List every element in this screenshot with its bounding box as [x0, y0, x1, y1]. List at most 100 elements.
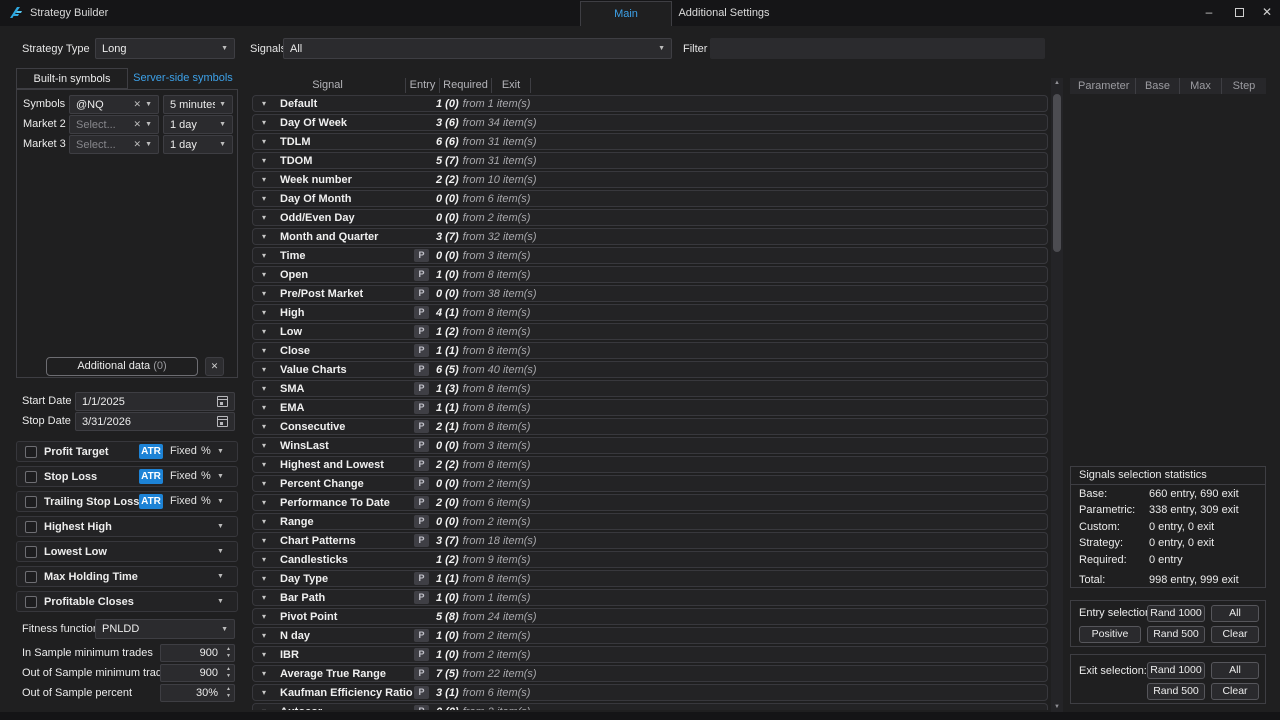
signal-row[interactable]: ▾ Week number P 2 (2)from 10 item(s): [252, 171, 1048, 188]
collapse-icon[interactable]: ▾: [262, 612, 266, 621]
column-signal[interactable]: Signal: [250, 78, 406, 93]
signal-row[interactable]: ▾ Average True Range P 7 (5)from 22 item…: [252, 665, 1048, 682]
scrollbar-thumb[interactable]: [1053, 94, 1061, 252]
signal-row[interactable]: ▾ Chart Patterns P 3 (7)from 18 item(s): [252, 532, 1048, 549]
collapse-icon[interactable]: ▾: [262, 137, 266, 146]
signal-row[interactable]: ▾ Default P 1 (0)from 1 item(s): [252, 95, 1048, 112]
tab-server-side-symbols[interactable]: Server-side symbols: [128, 68, 238, 89]
collapse-icon[interactable]: ▾: [262, 232, 266, 241]
symbol-select[interactable]: @NQ ✕ ▼: [69, 95, 159, 114]
signal-row[interactable]: ▾ Highest and Lowest P 2 (2)from 8 item(…: [252, 456, 1048, 473]
timeframe-select[interactable]: 1 day ▼: [163, 115, 233, 134]
checkbox[interactable]: [25, 546, 37, 558]
chevron-down-icon[interactable]: ▼: [217, 598, 224, 605]
timeframe-select[interactable]: 1 day ▼: [163, 135, 233, 154]
collapse-icon[interactable]: ▾: [262, 289, 266, 298]
signal-row[interactable]: ▾ Candlesticks P 1 (2)from 9 item(s): [252, 551, 1048, 568]
collapse-icon[interactable]: ▾: [262, 422, 266, 431]
signal-row[interactable]: ▾ Odd/Even Day P 0 (0)from 2 item(s): [252, 209, 1048, 226]
collapse-icon[interactable]: ▾: [262, 536, 266, 545]
collapse-icon[interactable]: ▾: [262, 517, 266, 526]
date-input[interactable]: 3/31/2026: [75, 412, 235, 431]
signal-row[interactable]: ▾ Day Of Month P 0 (0)from 6 item(s): [252, 190, 1048, 207]
exit-rand-1000-button[interactable]: Rand 1000: [1147, 662, 1205, 679]
chevron-down-icon[interactable]: ▼: [217, 548, 224, 555]
calendar-icon[interactable]: [217, 396, 228, 407]
collapse-icon[interactable]: ▾: [262, 574, 266, 583]
collapse-icon[interactable]: ▾: [262, 688, 266, 697]
tab-built-in-symbols[interactable]: Built-in symbols: [16, 68, 128, 89]
remove-additional-data-button[interactable]: ✕: [205, 357, 224, 376]
entry-clear-button[interactable]: Clear: [1211, 626, 1259, 643]
signal-row[interactable]: ▾ N day P 1 (0)from 2 item(s): [252, 627, 1048, 644]
signal-row[interactable]: ▾ Performance To Date P 2 (0)from 6 item…: [252, 494, 1048, 511]
signal-row[interactable]: ▾ Pre/Post Market P 0 (0)from 38 item(s): [252, 285, 1048, 302]
checkbox[interactable]: [25, 521, 37, 533]
percent-toggle[interactable]: %: [201, 470, 211, 482]
spinner-icons[interactable]: ▲▼: [226, 686, 231, 700]
filter-input[interactable]: [710, 38, 1045, 59]
chevron-down-icon[interactable]: ▼: [217, 523, 224, 530]
collapse-icon[interactable]: ▾: [262, 251, 266, 260]
signal-row[interactable]: ▾ Autocor P 0 (0)from 2 item(s): [252, 703, 1048, 710]
collapse-icon[interactable]: ▾: [262, 707, 266, 710]
signal-row[interactable]: ▾ Open P 1 (0)from 8 item(s): [252, 266, 1048, 283]
atr-toggle[interactable]: ATR: [139, 494, 163, 509]
percent-toggle[interactable]: %: [201, 445, 211, 457]
signal-row[interactable]: ▾ High P 4 (1)from 8 item(s): [252, 304, 1048, 321]
timeframe-select[interactable]: 5 minutes ▼: [163, 95, 233, 114]
collapse-icon[interactable]: ▾: [262, 365, 266, 374]
strategy-type-select[interactable]: Long ▼: [95, 38, 235, 59]
signal-row[interactable]: ▾ Day Type P 1 (1)from 8 item(s): [252, 570, 1048, 587]
signal-row[interactable]: ▾ Value Charts P 6 (5)from 40 item(s): [252, 361, 1048, 378]
clear-icon[interactable]: ✕: [134, 139, 142, 150]
clear-icon[interactable]: ✕: [134, 119, 142, 130]
entry-rand-500-button[interactable]: Rand 500: [1147, 626, 1205, 643]
signal-row[interactable]: ▾ Low P 1 (2)from 8 item(s): [252, 323, 1048, 340]
tab-main[interactable]: Main: [580, 1, 672, 26]
column-base[interactable]: Base: [1136, 78, 1180, 94]
collapse-icon[interactable]: ▾: [262, 441, 266, 450]
collapse-icon[interactable]: ▾: [262, 650, 266, 659]
signal-row[interactable]: ▾ Kaufman Efficiency Ratio P 3 (1)from 6…: [252, 684, 1048, 701]
tab-additional-settings[interactable]: Additional Settings: [672, 1, 776, 26]
percent-toggle[interactable]: %: [201, 495, 211, 507]
signal-row[interactable]: ▾ EMA P 1 (1)from 8 item(s): [252, 399, 1048, 416]
fixed-toggle[interactable]: Fixed: [170, 445, 197, 457]
checkbox[interactable]: [25, 471, 37, 483]
atr-toggle[interactable]: ATR: [139, 444, 163, 459]
signal-row[interactable]: ▾ Percent Change P 0 (0)from 2 item(s): [252, 475, 1048, 492]
number-input[interactable]: 30% ▲▼: [160, 684, 235, 702]
checkbox[interactable]: [25, 596, 37, 608]
column-max[interactable]: Max: [1180, 78, 1222, 94]
collapse-icon[interactable]: ▾: [262, 213, 266, 222]
close-button[interactable]: ✕: [1254, 0, 1280, 24]
atr-toggle[interactable]: ATR: [139, 469, 163, 484]
fixed-toggle[interactable]: Fixed: [170, 470, 197, 482]
signals-scrollbar[interactable]: ▲ ▼: [1051, 78, 1063, 712]
date-input[interactable]: 1/1/2025: [75, 392, 235, 411]
maximize-button[interactable]: [1226, 0, 1252, 24]
symbol-select[interactable]: Select... ✕ ▼: [69, 115, 159, 134]
signal-row[interactable]: ▾ Consecutive P 2 (1)from 8 item(s): [252, 418, 1048, 435]
calendar-icon[interactable]: [217, 416, 228, 427]
entry-positive-button[interactable]: Positive: [1079, 626, 1141, 643]
signal-row[interactable]: ▾ Bar Path P 1 (0)from 1 item(s): [252, 589, 1048, 606]
column-exit[interactable]: Exit: [492, 78, 531, 93]
entry-rand-1000-button[interactable]: Rand 1000: [1147, 605, 1205, 622]
chevron-down-icon[interactable]: ▼: [217, 498, 224, 505]
column-step[interactable]: Step: [1222, 78, 1266, 94]
signal-row[interactable]: ▾ WinsLast P 0 (0)from 3 item(s): [252, 437, 1048, 454]
collapse-icon[interactable]: ▾: [262, 156, 266, 165]
signal-row[interactable]: ▾ IBR P 1 (0)from 2 item(s): [252, 646, 1048, 663]
collapse-icon[interactable]: ▾: [262, 669, 266, 678]
number-input[interactable]: 900 ▲▼: [160, 644, 235, 662]
checkbox[interactable]: [25, 446, 37, 458]
signal-row[interactable]: ▾ Pivot Point P 5 (8)from 24 item(s): [252, 608, 1048, 625]
chevron-down-icon[interactable]: ▼: [217, 473, 224, 480]
collapse-icon[interactable]: ▾: [262, 118, 266, 127]
signal-row[interactable]: ▾ Close P 1 (1)from 8 item(s): [252, 342, 1048, 359]
clear-icon[interactable]: ✕: [134, 99, 142, 110]
collapse-icon[interactable]: ▾: [262, 175, 266, 184]
signal-row[interactable]: ▾ Time P 0 (0)from 3 item(s): [252, 247, 1048, 264]
